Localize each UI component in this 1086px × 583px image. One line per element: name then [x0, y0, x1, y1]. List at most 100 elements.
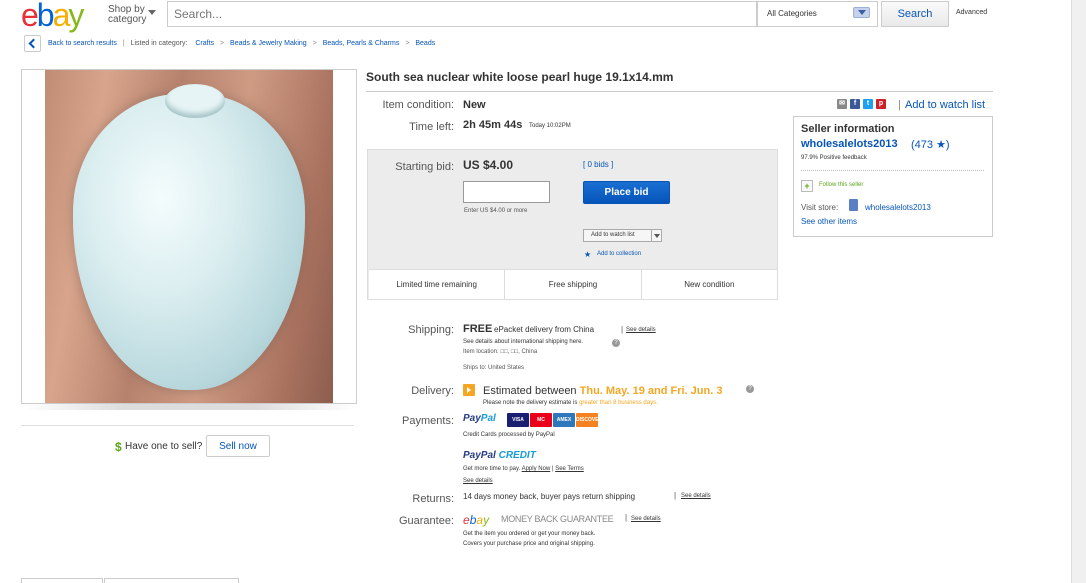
feature-row: Limited time remaining Free shipping New…: [369, 269, 777, 299]
delivery-dates: Thu. May. 19 and Fri. Jun. 3: [579, 385, 723, 397]
listed-in-label: Listed in category:: [130, 40, 188, 47]
bid-hint: Enter US $4.00 or more: [464, 208, 528, 214]
paypal-credit-text: Get more time to pay. Apply Now | See Te…: [463, 466, 584, 472]
ebay-logo[interactable]: ebay: [21, 0, 84, 32]
breadcrumb-beads-jewelry[interactable]: Beads & Jewelry Making: [230, 40, 307, 47]
bid-amount-input[interactable]: [463, 181, 550, 203]
shipping-see-details-link[interactable]: See details: [626, 327, 656, 333]
have-one-to-sell-label: Have one to sell?: [125, 441, 203, 452]
payments-label: Payments:: [402, 415, 454, 427]
feature-free-shipping: Free shipping: [505, 270, 642, 299]
intl-shipping-note[interactable]: See details about international shipping…: [463, 339, 583, 345]
divider: [21, 425, 354, 426]
product-image[interactable]: [45, 70, 333, 403]
delivery-icon: [463, 384, 475, 396]
see-terms-link[interactable]: See Terms: [555, 466, 584, 472]
select-arrow-icon[interactable]: [853, 7, 870, 18]
returns-see-details-link[interactable]: See details: [681, 493, 711, 499]
card-logos: VISA MC AMEX DISCOVER: [507, 413, 602, 427]
seller-name-link[interactable]: wholesalelots2013: [801, 138, 898, 150]
add-to-collection-link[interactable]: Add to collection: [597, 251, 641, 257]
pearl-shape: [73, 94, 305, 390]
paypal-logo: PayPal: [463, 413, 496, 424]
help-icon[interactable]: ?: [612, 339, 620, 347]
starting-bid-price: US $4.00: [463, 158, 514, 172]
share-icons: ✉ f t p: [837, 99, 886, 109]
sell-now-button[interactable]: Sell now: [206, 435, 270, 457]
feature-limited-time: Limited time remaining: [369, 270, 506, 299]
store-icon: [849, 199, 858, 211]
end-time: Today 10:02PM: [529, 123, 571, 129]
credit-cards-note: Credit Cards processed by PayPal: [463, 432, 555, 438]
chevron-down-icon[interactable]: [148, 10, 156, 15]
time-left-label: Time left:: [409, 121, 454, 133]
feature-new-condition: New condition: [684, 280, 735, 289]
breadcrumb-beads-pearls[interactable]: Beads, Pearls & Charms: [323, 40, 400, 47]
visa-icon: VISA: [507, 413, 529, 427]
plus-icon[interactable]: +: [801, 180, 813, 192]
guarantee-note: Covers your purchase price and original …: [463, 541, 595, 547]
divider: [366, 91, 993, 92]
follow-seller-link[interactable]: Follow this seller: [819, 182, 863, 188]
shipping-label: Shipping:: [408, 324, 454, 336]
seller-info-heading: Seller information: [801, 123, 895, 135]
add-to-watch-list-link[interactable]: Add to watch list: [905, 99, 985, 111]
bids-link[interactable]: [ 0 bids ]: [583, 160, 613, 169]
shipping-free: FREE: [463, 323, 493, 335]
breadcrumb-beads[interactable]: Beads: [415, 40, 435, 47]
facebook-icon[interactable]: f: [850, 99, 860, 109]
pearl-highlight: [165, 84, 225, 118]
guarantee-label: Guarantee:: [398, 515, 454, 527]
starting-bid-label: Starting bid:: [395, 161, 454, 173]
ebay-logo-small: ebay: [463, 513, 490, 527]
condition-value: New: [463, 99, 486, 111]
star-icon: ★: [584, 250, 592, 259]
shop-by-category-button[interactable]: Shop by category: [108, 5, 146, 25]
tab-description[interactable]: [21, 578, 103, 583]
place-bid-button[interactable]: Place bid: [583, 181, 670, 204]
back-arrow-icon[interactable]: [24, 35, 41, 52]
breadcrumb-crafts[interactable]: Crafts: [195, 40, 214, 47]
returns-text: 14 days money back, buyer pays return sh…: [463, 492, 636, 501]
ships-to: Ships to: United States: [463, 365, 525, 371]
item-location: Item location: □□, □□, China: [463, 349, 538, 355]
time-left-value: 2h 45m 44s: [463, 119, 523, 131]
seller-feedback: 97.9% Positive feedback: [801, 155, 867, 161]
delivery-note: Please note the delivery estimate is gre…: [483, 400, 658, 406]
pinterest-icon[interactable]: p: [876, 99, 886, 109]
email-icon[interactable]: ✉: [837, 99, 847, 109]
item-title: South sea nuclear white loose pearl huge…: [366, 70, 674, 84]
chevron-down-icon[interactable]: [654, 234, 660, 238]
search-button[interactable]: Search: [881, 1, 949, 27]
see-other-items-link[interactable]: See other items: [801, 217, 857, 226]
discover-icon: DISCOVER: [576, 413, 602, 427]
image-shadow: [23, 404, 356, 410]
delivery-label: Delivery:: [411, 385, 454, 397]
apply-now-link[interactable]: Apply Now: [522, 466, 551, 472]
vertical-scrollbar[interactable]: [1071, 0, 1086, 583]
guarantee-see-details-link[interactable]: See details: [631, 516, 661, 522]
seller-score[interactable]: (473 ★): [911, 138, 950, 151]
breadcrumb: Back to search results | Listed in categ…: [48, 40, 436, 47]
delivery-estimate: Estimated between Thu. May. 19 and Fri. …: [483, 385, 723, 397]
shipping-method: ePacket delivery from China: [494, 325, 595, 334]
tab-shipping-payments[interactable]: [104, 578, 239, 583]
dollar-icon: $: [115, 440, 122, 454]
money-back-guarantee: MONEY BACK GUARANTEE: [501, 514, 614, 524]
back-to-search-link[interactable]: Back to search results: [48, 40, 117, 47]
paypal-credit-logo: PayPal CREDIT: [463, 450, 536, 461]
search-input[interactable]: [167, 1, 757, 27]
payments-see-details-link[interactable]: See details: [463, 478, 493, 484]
visit-store-label: Visit store:: [801, 203, 839, 212]
twitter-icon[interactable]: t: [863, 99, 873, 109]
dropdown-divider: [651, 230, 652, 241]
amex-icon: AMEX: [553, 413, 575, 427]
condition-label: Item condition:: [382, 99, 454, 111]
advanced-search-link[interactable]: Advanced: [956, 9, 987, 16]
guarantee-note: Get the item you ordered or get your mon…: [463, 531, 596, 537]
mastercard-icon: MC: [530, 413, 552, 427]
store-link[interactable]: wholesalelots2013: [865, 203, 931, 212]
help-icon[interactable]: ?: [746, 385, 754, 393]
divider: [801, 170, 984, 171]
returns-label: Returns:: [412, 493, 454, 505]
